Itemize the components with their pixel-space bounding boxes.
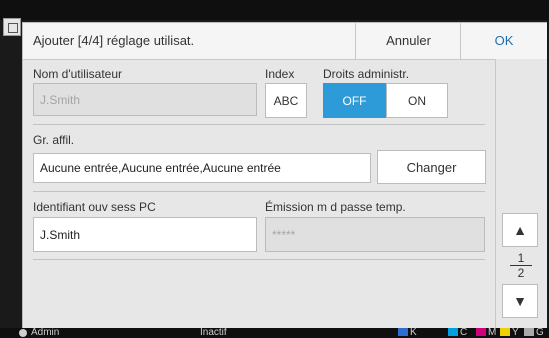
scroll-down-button[interactable]: ▼ — [502, 284, 538, 318]
temp-password-label: Émission m d passe temp. — [265, 200, 406, 214]
admin-rights-label: Droits administr. — [323, 67, 410, 81]
separator — [33, 259, 485, 260]
home-icon[interactable] — [3, 18, 21, 36]
status-user: Admin — [31, 328, 60, 338]
ink-cyan-icon — [448, 328, 458, 336]
username-field[interactable]: J.Smith — [33, 83, 257, 116]
temp-password-field[interactable]: ***** — [265, 217, 485, 252]
triangle-down-icon: ▼ — [513, 293, 527, 309]
admin-on-button[interactable]: ON — [386, 83, 448, 118]
page-total: 2 — [517, 266, 525, 280]
ink-magenta-icon — [476, 328, 486, 336]
status-bar: Admin Inactif K C M Y G — [0, 328, 549, 338]
ink-label-c: C — [460, 328, 468, 338]
cancel-button[interactable]: Annuler — [355, 23, 461, 59]
index-button[interactable]: ABC — [265, 83, 307, 118]
admin-off-button[interactable]: OFF — [323, 83, 386, 118]
page-current: 1 — [510, 251, 532, 266]
screen-top-frame — [0, 0, 549, 20]
change-group-button[interactable]: Changer — [377, 150, 486, 184]
ink-label-g: G — [536, 328, 544, 338]
separator — [33, 124, 485, 125]
page-indicator: 1 2 — [510, 251, 532, 280]
ink-yellow-icon — [500, 328, 510, 336]
scroll-panel: ▲ 1 2 ▼ — [495, 59, 547, 337]
ink-label-m: M — [488, 328, 497, 338]
scroll-up-button[interactable]: ▲ — [502, 213, 538, 247]
status-state: Inactif — [200, 328, 227, 338]
separator — [33, 191, 485, 192]
user-icon — [19, 329, 27, 337]
username-label: Nom d'utilisateur — [33, 67, 122, 81]
triangle-up-icon: ▲ — [513, 222, 527, 238]
ink-label-y: Y — [512, 328, 519, 338]
ink-label-k: K — [410, 328, 417, 338]
dialog-titlebar: Ajouter [4/4] réglage utilisat. Annuler … — [23, 23, 547, 60]
pc-login-field[interactable]: J.Smith — [33, 217, 257, 252]
ink-black-icon — [398, 328, 408, 336]
add-user-dialog: Ajouter [4/4] réglage utilisat. Annuler … — [22, 22, 547, 338]
dialog-title: Ajouter [4/4] réglage utilisat. — [33, 33, 195, 48]
ink-gray-icon — [524, 328, 534, 336]
pc-login-label: Identifiant ouv sess PC — [33, 200, 156, 214]
group-field[interactable]: Aucune entrée,Aucune entrée,Aucune entré… — [33, 153, 371, 183]
ok-button[interactable]: OK — [460, 23, 547, 59]
group-label: Gr. affil. — [33, 133, 75, 147]
index-label: Index — [265, 67, 295, 81]
